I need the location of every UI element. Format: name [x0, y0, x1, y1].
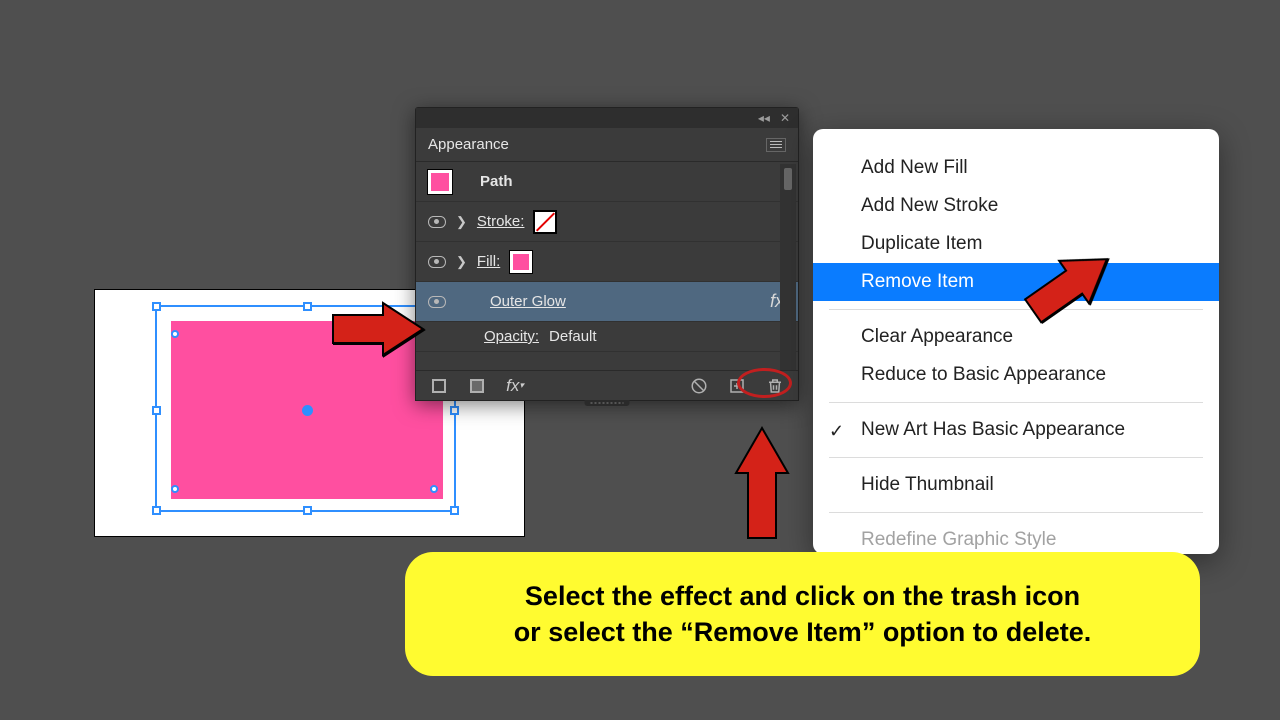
center-point[interactable]	[302, 405, 313, 416]
resize-handle[interactable]	[303, 302, 312, 311]
anchor-point[interactable]	[171, 330, 179, 338]
anchor-point[interactable]	[171, 485, 179, 493]
clear-appearance-icon[interactable]	[690, 377, 708, 395]
panel-title: Appearance	[428, 136, 509, 153]
menu-separator	[829, 309, 1203, 310]
path-thumbnail-icon	[428, 170, 452, 194]
menu-separator	[829, 512, 1203, 513]
resize-handle[interactable]	[450, 406, 459, 415]
appearance-row-outer-glow[interactable]: Outer Glow fx	[416, 282, 798, 322]
add-effect-fx-icon[interactable]: fx▾	[506, 377, 524, 395]
annotation-arrow-icon	[728, 423, 796, 543]
appearance-panel: ◂◂ ✕ Appearance Path ❯ Stroke: ❯ Fill: O…	[415, 107, 799, 401]
expand-icon[interactable]: ❯	[456, 254, 467, 270]
resize-handle[interactable]	[152, 406, 161, 415]
instruction-callout: Select the effect and click on the trash…	[405, 552, 1200, 676]
appearance-row-opacity[interactable]: Opacity: Default	[416, 322, 798, 352]
close-icon[interactable]: ✕	[780, 111, 790, 125]
panel-flyout-menu: Add New Fill Add New Stroke Duplicate It…	[813, 129, 1219, 554]
opacity-value: Default	[549, 328, 597, 345]
menu-item-hide-thumbnail[interactable]: Hide Thumbnail	[813, 466, 1219, 504]
checkmark-icon: ✓	[829, 421, 844, 442]
path-label: Path	[480, 173, 513, 190]
annotation-circle	[737, 368, 792, 398]
resize-handle[interactable]	[303, 506, 312, 515]
fill-icon[interactable]	[468, 377, 486, 395]
panel-scrollbar[interactable]	[780, 164, 796, 370]
effect-label[interactable]: Outer Glow	[490, 293, 566, 310]
resize-handle[interactable]	[152, 506, 161, 515]
stroke-swatch-none-icon[interactable]	[534, 211, 556, 233]
menu-separator	[829, 402, 1203, 403]
no-fill-icon[interactable]	[430, 377, 448, 395]
appearance-row-stroke[interactable]: ❯ Stroke:	[416, 202, 798, 242]
menu-item-add-new-fill[interactable]: Add New Fill	[813, 149, 1219, 187]
panel-menu-icon[interactable]	[766, 138, 786, 152]
annotation-arrow-icon	[328, 295, 428, 363]
panel-resize-grip[interactable]	[585, 400, 630, 406]
menu-item-duplicate-item[interactable]: Duplicate Item	[813, 225, 1219, 263]
menu-item-new-art-basic[interactable]: ✓ New Art Has Basic Appearance	[813, 411, 1219, 449]
anchor-point[interactable]	[430, 485, 438, 493]
visibility-icon[interactable]	[428, 216, 446, 228]
appearance-row-fill[interactable]: ❯ Fill:	[416, 242, 798, 282]
visibility-icon[interactable]	[428, 256, 446, 268]
expand-icon[interactable]: ❯	[456, 214, 467, 230]
resize-handle[interactable]	[450, 506, 459, 515]
appearance-list: Path ❯ Stroke: ❯ Fill: Outer Glow fx Opa…	[416, 162, 798, 352]
menu-separator	[829, 457, 1203, 458]
stroke-label[interactable]: Stroke:	[477, 213, 525, 230]
panel-topbar: ◂◂ ✕	[416, 108, 798, 128]
visibility-icon[interactable]	[428, 296, 446, 308]
resize-handle[interactable]	[152, 302, 161, 311]
appearance-row-path[interactable]: Path	[416, 162, 798, 202]
callout-text: Select the effect and click on the trash…	[514, 578, 1092, 651]
menu-item-redefine-graphic-style: Redefine Graphic Style	[813, 521, 1219, 554]
fill-swatch-icon[interactable]	[510, 251, 532, 273]
scrollbar-thumb[interactable]	[784, 168, 792, 190]
opacity-label[interactable]: Opacity:	[484, 328, 539, 345]
fill-label[interactable]: Fill:	[477, 253, 500, 270]
menu-item-clear-appearance[interactable]: Clear Appearance	[813, 318, 1219, 356]
collapse-icon[interactable]: ◂◂	[758, 111, 770, 125]
panel-header: Appearance	[416, 128, 798, 162]
menu-item-add-new-stroke[interactable]: Add New Stroke	[813, 187, 1219, 225]
menu-item-reduce-to-basic[interactable]: Reduce to Basic Appearance	[813, 356, 1219, 394]
